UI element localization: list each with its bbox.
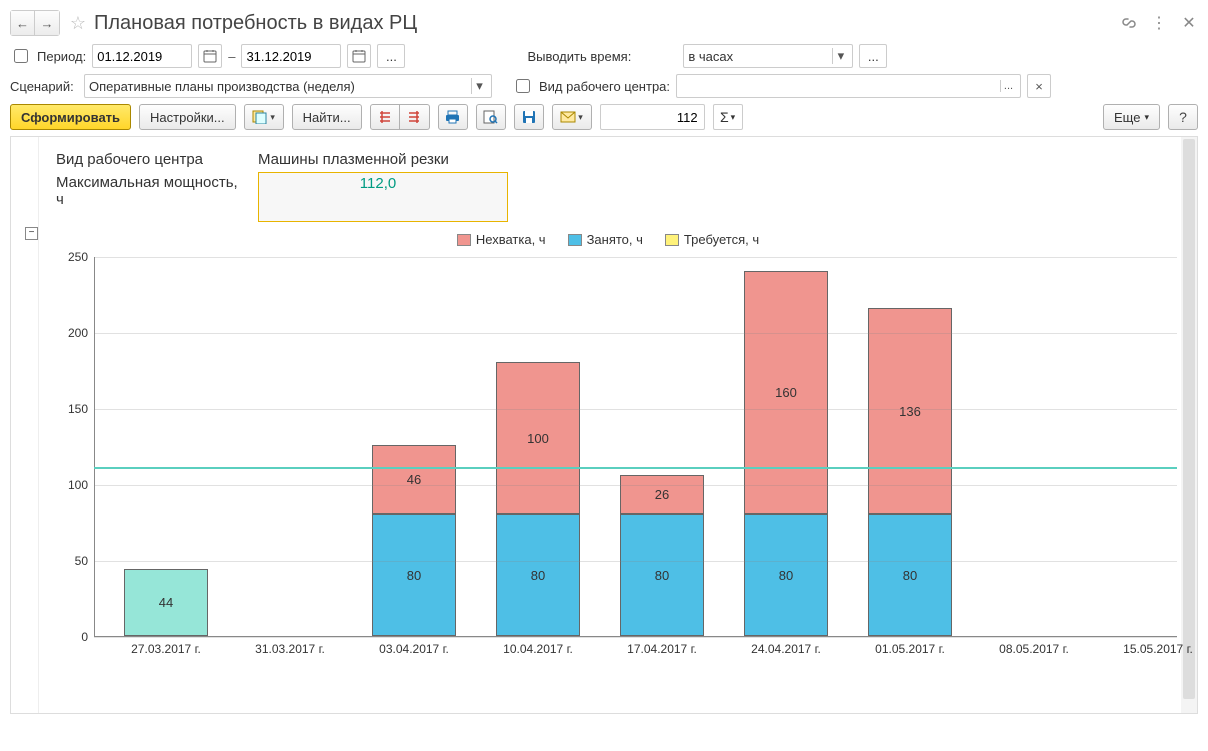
time-display-label: Выводить время: (527, 49, 631, 64)
period-to-input[interactable] (241, 44, 341, 68)
chart-area: 050100150200250 448046801008026801608013… (54, 257, 1177, 677)
sigma-button[interactable]: Σ▾ (713, 104, 743, 130)
bar-segment: 160 (744, 271, 828, 514)
bar-segment: 80 (372, 514, 456, 636)
x-tick-label: 17.04.2017 г. (602, 642, 722, 656)
time-display-more-button[interactable]: ... (859, 44, 887, 68)
y-tick-label: 50 (75, 554, 88, 568)
y-tick-label: 100 (68, 478, 88, 492)
wc-type-select[interactable]: ... (676, 74, 1021, 98)
x-tick-label: 03.04.2017 г. (354, 642, 474, 656)
x-tick-label: 15.05.2017 г. (1098, 642, 1197, 656)
x-tick-label: 31.03.2017 г. (230, 642, 350, 656)
print-button[interactable] (438, 104, 468, 130)
expand-all-button[interactable] (370, 104, 400, 130)
settings-button[interactable]: Настройки... (139, 104, 236, 130)
scenario-label: Сценарий: (10, 79, 78, 94)
bar-segment: 80 (620, 514, 704, 636)
legend-swatch-deficit (457, 234, 471, 246)
y-tick-label: 0 (81, 630, 88, 644)
x-tick-label: 10.04.2017 г. (478, 642, 598, 656)
period-dash: – (228, 49, 235, 64)
collapse-toggle-button[interactable]: − (25, 227, 38, 240)
period-from-input[interactable] (92, 44, 192, 68)
favorite-star-icon[interactable]: ☆ (68, 13, 88, 33)
bar-segment: 80 (744, 514, 828, 636)
more-actions-button[interactable]: Еще▾ (1103, 104, 1160, 130)
generate-button[interactable]: Сформировать (10, 104, 131, 130)
email-button[interactable]: ▾ (552, 104, 592, 130)
y-tick-label: 250 (68, 250, 88, 264)
bar-segment: 100 (496, 362, 580, 514)
wc-type-info-label: Вид рабочего центра (56, 149, 256, 170)
link-icon[interactable] (1120, 14, 1138, 32)
number-input[interactable] (600, 104, 705, 130)
page-title: Плановая потребность в видах РЦ (94, 12, 1120, 35)
x-tick-label: 24.04.2017 г. (726, 642, 846, 656)
legend-swatch-required (665, 234, 679, 246)
chevron-down-icon[interactable]: ▾ (471, 78, 487, 94)
period-to-calendar-button[interactable] (347, 44, 371, 68)
wc-type-info-value: Машины плазменной резки (258, 149, 508, 170)
reference-line (94, 467, 1177, 469)
x-tick-label: 27.03.2017 г. (106, 642, 226, 656)
y-tick-label: 200 (68, 326, 88, 340)
save-button[interactable] (514, 104, 544, 130)
period-select-button[interactable]: ... (377, 44, 405, 68)
x-tick-label: 01.05.2017 г. (850, 642, 970, 656)
scenario-select[interactable]: Оперативные планы производства (неделя) … (84, 74, 492, 98)
vertical-scrollbar[interactable] (1181, 137, 1197, 713)
time-display-select[interactable]: в часах ▾ (683, 44, 853, 68)
preview-button[interactable] (476, 104, 506, 130)
x-tick-label: 08.05.2017 г. (974, 642, 1094, 656)
period-from-calendar-button[interactable] (198, 44, 222, 68)
nav-forward-button[interactable]: → (35, 11, 59, 35)
bar-segment: 80 (868, 514, 952, 636)
more-menu-icon[interactable]: ⋮ (1150, 14, 1168, 32)
find-button[interactable]: Найти... (292, 104, 362, 130)
y-tick-label: 150 (68, 402, 88, 416)
bar-segment: 46 (372, 445, 456, 515)
help-button[interactable]: ? (1168, 104, 1198, 130)
period-checkbox[interactable] (14, 49, 28, 63)
bar-segment: 80 (496, 514, 580, 636)
max-capacity-value: 112,0 (258, 172, 508, 222)
wc-type-label: Вид рабочего центра: (539, 79, 670, 94)
variants-button[interactable]: ▾ (244, 104, 284, 130)
close-icon[interactable]: ✕ (1180, 14, 1198, 32)
collapse-all-button[interactable] (400, 104, 430, 130)
chevron-down-icon[interactable]: ▾ (832, 48, 848, 64)
max-capacity-label: Максимальная мощность, ч (56, 172, 256, 222)
bar-segment: 136 (868, 308, 952, 515)
wc-type-clear-button[interactable]: × (1027, 74, 1051, 98)
period-label: Период: (37, 49, 86, 64)
nav-back-button[interactable]: ← (11, 11, 35, 35)
chart-legend: Нехватка, ч Занято, ч Требуется, ч (39, 232, 1177, 247)
scenario-value: Оперативные планы производства (неделя) (89, 79, 471, 94)
legend-swatch-busy (568, 234, 582, 246)
wc-type-more-icon[interactable]: ... (1000, 80, 1016, 92)
bar-segment: 26 (620, 475, 704, 515)
time-display-value: в часах (688, 49, 832, 64)
bar-segment: 44 (124, 569, 208, 636)
side-margin (11, 137, 39, 713)
wc-type-checkbox[interactable] (516, 79, 530, 93)
